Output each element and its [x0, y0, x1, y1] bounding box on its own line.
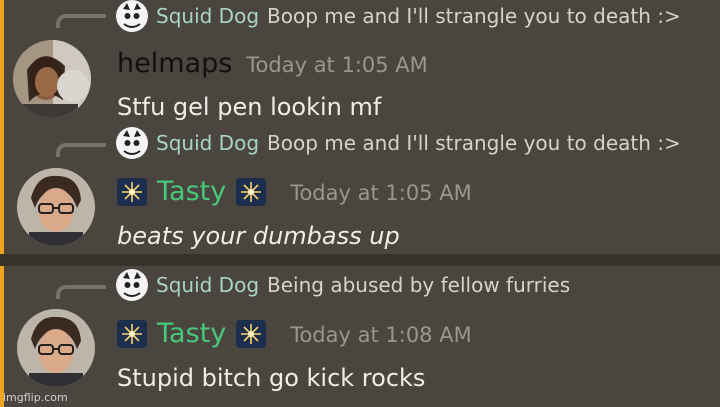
- reply-preview[interactable]: Squid Dog Boop me and I'll strangle you …: [116, 127, 681, 159]
- avatar[interactable]: [17, 309, 95, 387]
- squid-dog-avatar-icon: [116, 127, 148, 159]
- squid-dog-avatar-icon: [116, 0, 148, 32]
- avatar[interactable]: [13, 40, 91, 118]
- squid-dog-avatar-icon: [116, 269, 148, 301]
- divider: [0, 254, 720, 266]
- reply-author[interactable]: Squid Dog: [156, 273, 259, 297]
- sparkler-emoji-icon: [117, 319, 147, 348]
- sparkler-emoji-icon: [117, 177, 147, 206]
- message-body: Stfu gel pen lookin mf: [117, 93, 382, 121]
- reply-connector: [56, 14, 106, 28]
- timestamp[interactable]: Today at 1:08 AM: [290, 323, 472, 347]
- reply-preview[interactable]: Squid Dog Being abused by fellow furries: [116, 269, 570, 301]
- timestamp[interactable]: Today at 1:05 AM: [290, 181, 472, 205]
- message-header: Tasty Today at 1:05 AM: [117, 176, 472, 207]
- reply-text[interactable]: Boop me and I'll strangle you to death :…: [267, 4, 681, 28]
- reply-author[interactable]: Squid Dog: [156, 131, 259, 155]
- watermark: imgflip.com: [3, 391, 68, 404]
- author-name[interactable]: Tasty: [157, 176, 226, 207]
- sparkler-emoji-icon: [236, 177, 267, 206]
- sparkler-emoji-icon: [236, 319, 267, 348]
- timestamp[interactable]: Today at 1:05 AM: [246, 53, 428, 77]
- message-body: Stupid bitch go kick rocks: [117, 364, 426, 392]
- author-name[interactable]: helmaps: [117, 48, 232, 79]
- reply-author[interactable]: Squid Dog: [156, 4, 259, 28]
- message-header: Tasty Today at 1:08 AM: [117, 318, 472, 349]
- author-name[interactable]: Tasty: [157, 318, 226, 349]
- reply-connector: [56, 285, 106, 299]
- reply-text[interactable]: Boop me and I'll strangle you to death :…: [267, 131, 681, 155]
- reply-text[interactable]: Being abused by fellow furries: [267, 273, 570, 297]
- reply-preview[interactable]: Squid Dog Boop me and I'll strangle you …: [116, 0, 681, 32]
- avatar[interactable]: [17, 168, 95, 246]
- message-body: beats your dumbass up: [117, 222, 400, 250]
- message-header: helmaps Today at 1:05 AM: [117, 48, 428, 79]
- reply-connector: [56, 143, 106, 157]
